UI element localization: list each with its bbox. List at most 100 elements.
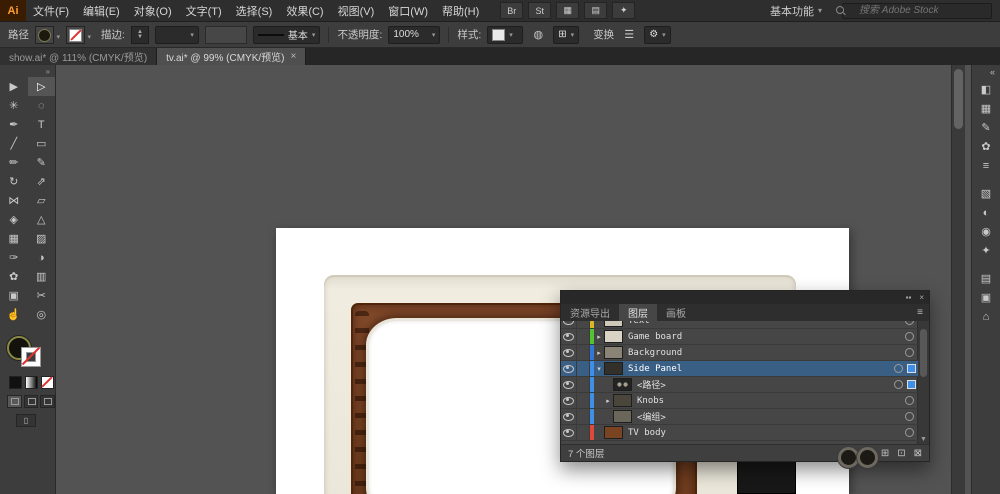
visibility-toggle[interactable] [561,321,577,328]
expand-arrow[interactable]: ▸ [594,349,604,357]
draw-inside-button[interactable] [40,395,55,408]
symbol-sprayer-tool[interactable]: ✿ [0,267,28,286]
share-icon[interactable]: ✦ [612,2,635,19]
layer-thumbnail[interactable] [604,346,623,359]
screen-mode-button[interactable]: ▯ [16,414,36,427]
shape-builder-tool[interactable]: ◈ [0,210,28,229]
workspace-switcher[interactable]: 基本功能 ▾ [770,3,822,19]
artboards-panel-icon[interactable]: ▣ [976,289,996,306]
layers-scrollbar[interactable]: ▼ [917,321,929,444]
none-mode-button[interactable] [41,376,54,389]
opacity-dropdown[interactable]: 100% ▾ [388,26,440,44]
panel-menu-icon[interactable]: ≡ [911,304,929,321]
target-circle[interactable] [905,396,914,405]
layer-name[interactable]: <路径> [637,378,666,391]
appearance-panel-icon[interactable]: ◉ [976,223,996,240]
visibility-toggle[interactable] [561,329,577,344]
panel-tab-图层[interactable]: 图层 [619,304,657,321]
libraries-panel-icon[interactable]: ⌂ [976,308,996,325]
document-tab[interactable]: tv.ai* @ 99% (CMYK/预览)× [157,48,306,65]
stroke-panel-icon[interactable]: ≡ [976,157,996,174]
lock-toggle[interactable] [577,321,590,328]
visibility-toggle[interactable] [561,345,577,360]
lock-toggle[interactable] [577,425,590,440]
transparency-panel-icon[interactable]: ◐ [976,204,996,221]
delete-layer-icon[interactable]: ⊠ [914,448,922,459]
close-icon[interactable]: × [919,293,924,302]
lock-toggle[interactable] [577,409,590,424]
visibility-toggle[interactable] [561,393,577,408]
target-circle[interactable] [905,332,914,341]
menubar-item[interactable]: 文字(T) [179,0,229,21]
gradient-mode-button[interactable] [25,376,38,389]
target-circle[interactable] [894,364,903,373]
visibility-toggle[interactable] [561,425,577,440]
stock-search-input[interactable] [842,3,992,19]
transform-link[interactable]: 变换 [593,27,614,42]
layer-row[interactable]: ▸Knobs [561,393,918,409]
free-transform-tool[interactable]: ▱ [28,191,56,210]
document-layout-icon[interactable]: ▤ [584,2,607,19]
scrollbar-thumb[interactable] [920,329,927,377]
rotate-tool[interactable]: ↻ [0,172,28,191]
magic-wand-tool[interactable]: ✳ [0,96,28,115]
target-circle[interactable] [905,348,914,357]
options-dropdown[interactable]: ⚙ ▾ [644,26,670,44]
expand-arrow[interactable]: ▾ [594,365,604,373]
lock-toggle[interactable] [577,377,590,392]
scroll-down-icon[interactable]: ▼ [918,436,929,443]
menubar-item[interactable]: 帮助(H) [435,0,486,21]
expand-arrow[interactable]: ▸ [594,333,604,341]
gradient-tool[interactable]: ▨ [28,229,56,248]
knob-ornament[interactable] [838,447,859,468]
stroke-weight-dropdown[interactable]: ▾ [155,26,199,44]
menubar-item[interactable]: 选择(S) [229,0,280,21]
rectangle-tool[interactable]: ▭ [28,134,56,153]
scale-tool[interactable]: ⇗ [28,172,56,191]
layer-row[interactable]: ▾ Side Panel [561,361,918,377]
mesh-tool[interactable]: ▦ [0,229,28,248]
target-circle[interactable] [894,380,903,389]
swatches-panel-icon[interactable]: ▦ [976,100,996,117]
column-graph-tool[interactable]: ▥ [28,267,56,286]
panel-tab-资源导出[interactable]: 资源导出 [561,304,619,321]
panel-titlebar[interactable]: ▪▪ × [561,291,929,304]
panel-tab-画板[interactable]: 画板 [657,304,695,321]
color-panel-icon[interactable]: ◧ [976,81,996,98]
layer-thumbnail[interactable] [613,394,632,407]
dock-collapse-icon[interactable]: « [990,67,1000,77]
layer-name[interactable]: Background [628,348,682,358]
layers-panel-icon[interactable]: ▤ [976,270,996,287]
document-tab[interactable]: show.ai* @ 111% (CMYK/预览) [0,48,157,65]
layer-thumbnail[interactable] [604,426,623,439]
graphic-styles-panel-icon[interactable]: ✦ [976,242,996,259]
width-tool[interactable]: ⋈ [0,191,28,210]
pencil-tool[interactable]: ✎ [28,153,56,172]
visibility-toggle[interactable] [561,409,577,424]
layer-name[interactable]: <编组> [637,410,666,423]
new-sublayer-icon[interactable]: ⊞ [881,448,889,459]
zoom-tool[interactable]: ◎ [28,305,56,324]
variable-width-dropdown[interactable] [205,26,247,44]
expand-arrow[interactable]: ▸ [603,397,613,405]
knob-ornament[interactable] [857,447,878,468]
visibility-toggle[interactable] [561,361,577,376]
pen-tool[interactable]: ✒ [0,115,28,134]
draw-normal-button[interactable] [7,395,22,408]
type-tool[interactable]: T [28,115,56,134]
hand-tool[interactable]: ☝ [0,305,28,324]
fill-color-chip[interactable]: ▾ [35,26,54,44]
lock-toggle[interactable] [577,361,590,376]
menubar-item[interactable]: 效果(C) [279,0,330,21]
artboard-tool[interactable]: ▣ [0,286,28,305]
layer-name[interactable]: TV body [628,428,666,438]
color-mode-button[interactable] [9,376,22,389]
gradient-panel-icon[interactable]: ▧ [976,185,996,202]
layer-name[interactable]: Game board [628,332,682,342]
layer-name[interactable]: Side Panel [628,364,682,374]
eyedropper-tool[interactable]: ✑ [0,248,28,267]
target-circle[interactable] [905,428,914,437]
lock-toggle[interactable] [577,329,590,344]
menubar-item[interactable]: 编辑(E) [76,0,127,21]
layer-name[interactable]: Text [628,321,650,326]
